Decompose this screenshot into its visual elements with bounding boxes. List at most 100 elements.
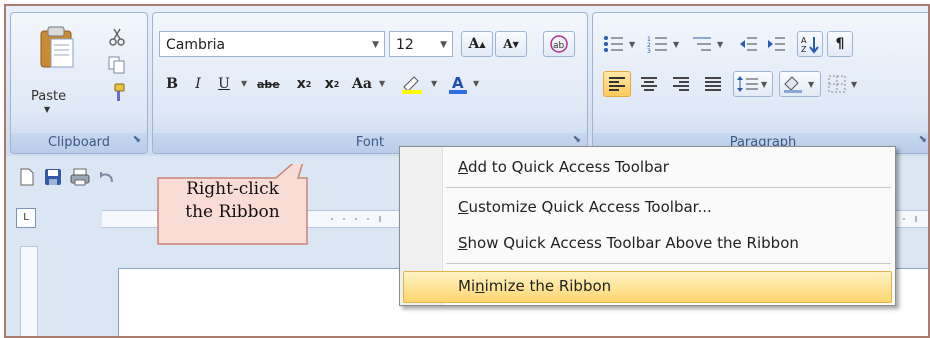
format-painter-icon[interactable] — [107, 83, 127, 103]
callout-line-2: the Ribbon — [185, 202, 280, 222]
save-icon[interactable] — [44, 168, 62, 186]
decrease-indent-button[interactable] — [735, 31, 761, 57]
underline-button[interactable]: U — [213, 71, 235, 97]
clear-formatting-icon: ab — [550, 35, 568, 53]
mnemonic-letter: n — [475, 277, 485, 295]
justify-button[interactable] — [699, 71, 727, 97]
italic-button[interactable]: I — [187, 71, 209, 97]
font-group[interactable]: Cambria ▼ 12 ▼ A ▲ A ▼ ab B I U ▼ abe x2 x… — [152, 12, 588, 154]
paste-dropdown-icon[interactable]: ▼ — [44, 105, 50, 114]
shading-icon: ▼ — [784, 76, 815, 93]
paragraph-group[interactable]: ▼ 1 2 3 ▼ ▼ A Z ¶ ▼ ▼ ▼ Paragraph ⬊ — [592, 12, 928, 154]
font-color-icon: A — [449, 74, 467, 94]
chevron-down-icon[interactable]: ▼ — [372, 32, 379, 58]
chevron-down-icon[interactable]: ▼ — [473, 79, 479, 88]
change-case-button[interactable]: Aa — [351, 71, 373, 97]
highlighter-icon — [402, 76, 422, 94]
context-menu: Add to Quick Access Toolbar Customize Qu… — [399, 146, 896, 306]
multilevel-list-button[interactable]: ▼ — [689, 31, 729, 57]
clipboard-group[interactable]: Paste ▼ Clipboard ⬊ — [10, 12, 148, 154]
svg-text:▼: ▼ — [717, 40, 724, 49]
svg-text:Z: Z — [801, 45, 807, 54]
paste-button-label[interactable]: Paste — [31, 89, 66, 104]
svg-text:▼: ▼ — [761, 80, 768, 89]
strikethrough-button[interactable]: abe — [257, 71, 280, 97]
word-window: Paste ▼ Clipboard ⬊ Cambria ▼ 12 ▼ A ▲ A… — [4, 4, 930, 338]
mnemonic-letter: A — [458, 158, 468, 176]
cut-icon[interactable] — [107, 27, 127, 47]
font-color-button[interactable]: A — [445, 71, 471, 97]
chevron-down-icon[interactable]: ▼ — [440, 32, 447, 58]
subscript-label: x — [296, 76, 306, 92]
svg-text:3: 3 — [647, 48, 651, 54]
chevron-down-icon[interactable]: ▼ — [241, 79, 247, 88]
dialog-launcher-icon[interactable]: ⬊ — [133, 130, 141, 150]
grow-font-button[interactable]: A ▲ — [461, 31, 493, 57]
numbering-icon: 1 2 3 ▼ — [647, 36, 680, 54]
font-size-combo[interactable]: 12 ▼ — [389, 31, 453, 57]
align-right-button[interactable] — [667, 71, 695, 97]
clipboard-label-text: Clipboard — [47, 135, 111, 150]
bullets-button[interactable]: ▼ — [601, 31, 641, 57]
justify-icon — [705, 77, 721, 91]
copy-icon[interactable] — [107, 55, 127, 75]
chevron-down-icon[interactable]: ▼ — [379, 79, 385, 88]
menu-item-customize-qat[interactable]: Customize Quick Access Toolbar... — [458, 193, 712, 221]
menu-item-add-to-qat[interactable]: Add to Quick Access Toolbar — [458, 153, 669, 181]
subscript-button[interactable]: x2 — [293, 71, 315, 97]
tab-selector-icon[interactable]: L — [16, 208, 36, 228]
svg-text:▼: ▼ — [851, 80, 858, 89]
svg-text:▼: ▼ — [673, 40, 680, 49]
dialog-launcher-icon[interactable]: ⬊ — [919, 130, 927, 150]
line-spacing-button[interactable]: ▼ — [733, 71, 773, 97]
clear-formatting-button[interactable]: ab — [543, 31, 575, 57]
print-icon[interactable] — [70, 168, 90, 186]
decrease-indent-icon — [740, 37, 757, 51]
shrink-font-button[interactable]: A ▼ — [495, 31, 527, 57]
menu-item-label-prefix: Mi — [458, 277, 476, 295]
clipboard-group-label: Clipboard ⬊ — [11, 133, 147, 153]
font-family-combo[interactable]: Cambria ▼ — [159, 31, 385, 57]
new-document-icon[interactable] — [18, 168, 36, 186]
svg-text:▼: ▼ — [629, 40, 636, 49]
sort-icon: AZ — [801, 36, 819, 54]
align-left-icon — [609, 77, 625, 91]
show-formatting-marks-button[interactable]: ¶ — [827, 31, 853, 57]
superscript-button[interactable]: x2 — [321, 71, 343, 97]
grow-font-label: A — [468, 36, 480, 52]
vertical-ruler[interactable] — [20, 246, 38, 336]
chevron-down-icon[interactable]: ▼ — [431, 79, 437, 88]
mnemonic-letter: S — [458, 234, 468, 252]
callout-line-1: Right-click — [186, 179, 279, 199]
align-right-icon — [673, 77, 689, 91]
menu-item-label: imize the Ribbon — [484, 277, 612, 295]
undo-icon[interactable] — [98, 168, 114, 186]
font-label-text: Font — [355, 135, 385, 150]
bullets-icon: ▼ — [604, 36, 636, 52]
bold-button[interactable]: B — [161, 71, 183, 97]
svg-text:▼: ▼ — [808, 80, 815, 89]
shading-button[interactable]: ▼ — [779, 71, 821, 97]
menu-separator — [446, 187, 891, 188]
borders-button[interactable]: ▼ — [825, 71, 863, 97]
align-center-button[interactable] — [635, 71, 663, 97]
menu-separator — [446, 263, 891, 264]
highlight-button[interactable] — [397, 71, 427, 97]
shrink-font-label: A — [503, 37, 513, 51]
sort-button[interactable]: AZ — [797, 31, 823, 57]
increase-indent-button[interactable] — [763, 31, 789, 57]
paste-icon[interactable] — [39, 25, 75, 69]
menu-item-minimize-ribbon[interactable]: Minimize the Ribbon — [458, 272, 611, 300]
menu-item-label: how Quick Access Toolbar Above the Ribbo… — [467, 234, 799, 252]
numbering-button[interactable]: 1 2 3 ▼ — [645, 31, 685, 57]
align-left-button[interactable] — [603, 71, 631, 97]
callout-text: Right-click the Ribbon — [156, 178, 309, 224]
line-spacing-icon: ▼ — [737, 76, 768, 92]
font-size-value: 12 — [396, 37, 414, 53]
borders-icon: ▼ — [828, 75, 858, 93]
menu-item-label: ustomize Quick Access Toolbar... — [468, 198, 712, 216]
svg-text:A: A — [452, 74, 464, 92]
font-family-value: Cambria — [166, 37, 226, 53]
ribbon[interactable]: Paste ▼ Clipboard ⬊ Cambria ▼ 12 ▼ A ▲ A… — [6, 6, 928, 156]
menu-item-show-qat-above[interactable]: Show Quick Access Toolbar Above the Ribb… — [458, 229, 799, 257]
